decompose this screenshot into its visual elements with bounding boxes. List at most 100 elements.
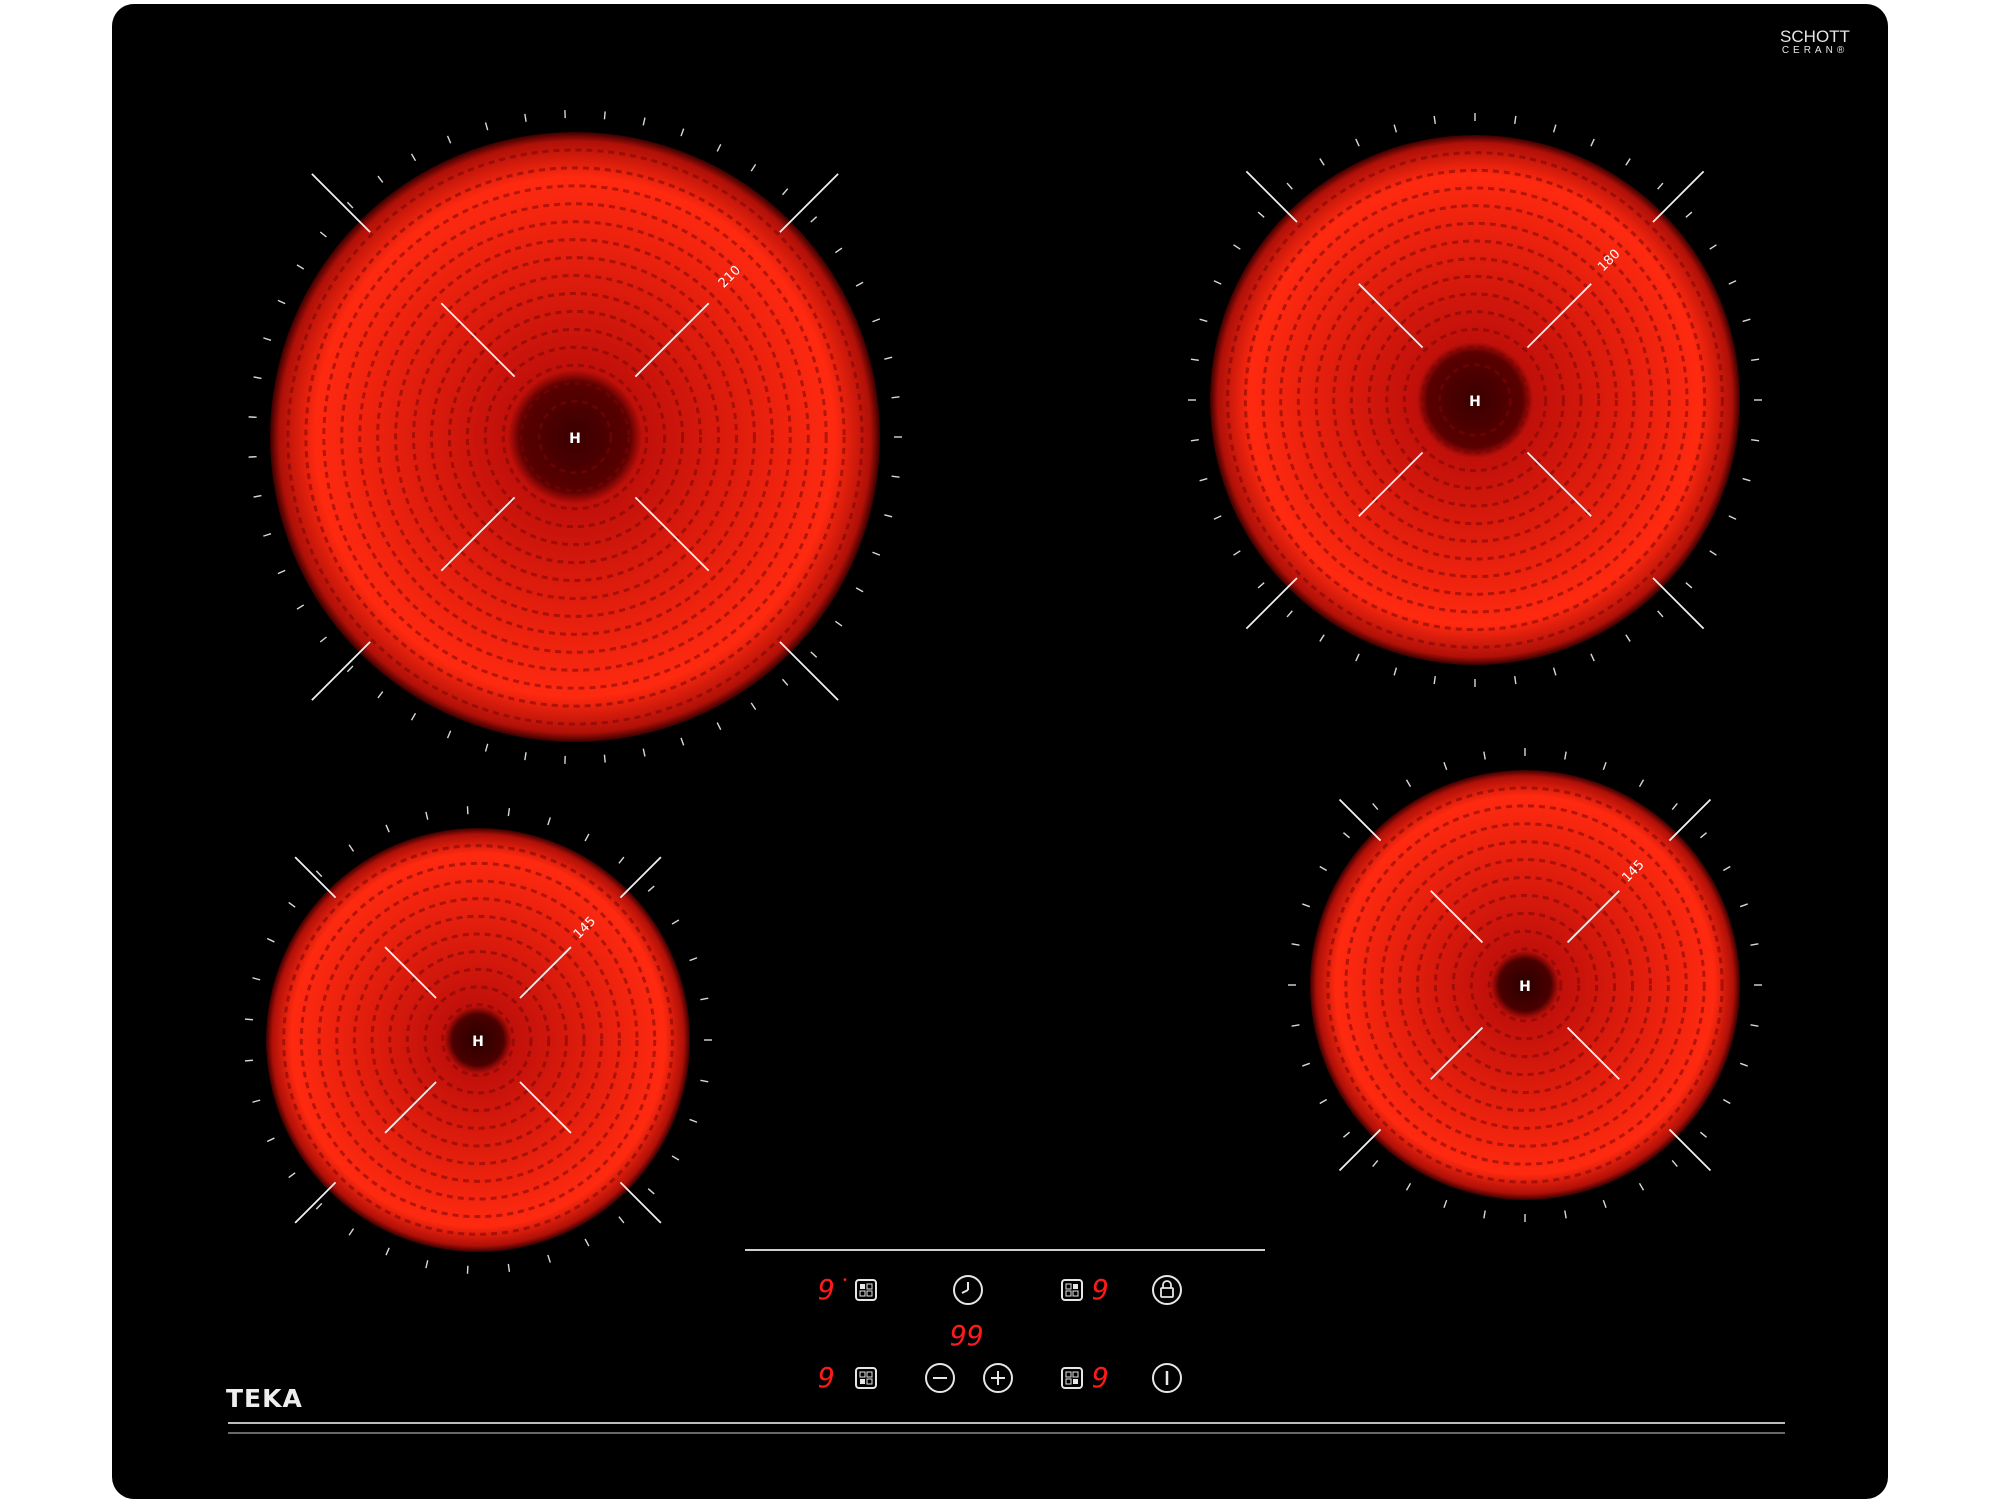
perimeter-tick — [1685, 582, 1693, 589]
perimeter-tick — [1190, 439, 1199, 442]
perimeter-tick — [1286, 610, 1293, 618]
perimeter-tick — [891, 475, 900, 478]
perimeter-tick — [277, 299, 286, 305]
perimeter-tick — [547, 817, 551, 826]
perimeter-tick — [252, 977, 261, 981]
perimeter-tick — [1233, 244, 1241, 250]
perimeter-tick — [716, 143, 722, 152]
perimeter-tick — [1602, 762, 1607, 771]
perimeter-tick — [1342, 832, 1351, 839]
lock-icon[interactable] — [1152, 1275, 1182, 1305]
perimeter-tick — [346, 665, 354, 673]
perimeter-tick — [1751, 358, 1760, 361]
perimeter-tick — [1393, 667, 1398, 676]
zone-center-label: H — [1519, 979, 1531, 995]
perimeter-tick — [1709, 550, 1717, 556]
perimeter-tick — [603, 111, 606, 120]
certification-line2: CERAN® — [1781, 45, 1849, 56]
perimeter-tick — [266, 1137, 275, 1143]
perimeter-tick — [671, 1155, 680, 1161]
perimeter-tick — [315, 1202, 323, 1210]
perimeter-tick — [1372, 1159, 1379, 1168]
perimeter-tick — [642, 748, 646, 757]
zone-select-icon-front-left[interactable] — [855, 1367, 877, 1389]
perimeter-tick — [1514, 115, 1517, 124]
perimeter-tick — [1483, 1210, 1486, 1219]
perimeter-tick — [484, 743, 489, 752]
perimeter-tick — [1722, 1098, 1731, 1105]
perimeter-tick — [700, 997, 709, 1001]
guide-line — [779, 641, 839, 701]
perimeter-tick — [834, 620, 843, 627]
power-icon[interactable] — [1152, 1363, 1182, 1393]
perimeter-tick — [1433, 115, 1436, 124]
guide-line — [779, 173, 839, 233]
perimeter-tick — [647, 885, 655, 892]
perimeter-tick — [1602, 1199, 1607, 1208]
perimeter-tick — [680, 128, 685, 137]
perimeter-tick — [288, 1172, 296, 1179]
perimeter-tick — [263, 337, 272, 341]
guide-line — [1245, 577, 1298, 630]
perimeter-tick — [507, 808, 511, 817]
perimeter-tick — [1433, 676, 1436, 685]
zone-select-icon-rear-left[interactable] — [855, 1279, 877, 1301]
perimeter-tick — [296, 264, 305, 270]
perimeter-tick — [1199, 477, 1208, 482]
perimeter-tick — [872, 551, 881, 556]
perimeter-tick — [244, 1018, 253, 1021]
perimeter-tick — [425, 1260, 429, 1269]
perimeter-tick — [244, 1059, 253, 1062]
rear-left-power-display: 9 — [818, 1273, 835, 1306]
perimeter-tick — [385, 824, 390, 833]
perimeter-tick — [618, 856, 625, 864]
zone-select-icon-front-right[interactable] — [1061, 1367, 1083, 1389]
perimeter-tick — [410, 712, 417, 721]
cooking-zone-rear-right: H180 — [1188, 113, 1762, 687]
perimeter-tick — [1372, 802, 1379, 811]
guide-line — [311, 641, 371, 701]
perimeter-tick — [1638, 779, 1645, 788]
perimeter-tick — [1590, 653, 1595, 662]
perimeter-tick — [1233, 550, 1241, 556]
cooking-zone-rear-left: H210 — [248, 110, 902, 764]
perimeter-tick — [1750, 1024, 1759, 1027]
perimeter-tick — [1552, 124, 1557, 133]
perimeter-tick — [1751, 439, 1760, 442]
clock-icon[interactable] — [953, 1275, 983, 1305]
perimeter-tick — [782, 678, 789, 686]
zone-center-label: H — [569, 431, 581, 447]
perimeter-tick — [1742, 477, 1751, 482]
perimeter-tick — [1405, 779, 1412, 788]
front-right-power-display: 9 — [1092, 1361, 1109, 1394]
perimeter-tick — [689, 957, 698, 962]
guide-line — [619, 1181, 662, 1224]
guide-line — [1652, 577, 1705, 630]
guide-line — [1245, 170, 1298, 223]
guide-line — [311, 173, 371, 233]
rear-right-power-display: 9 — [1092, 1273, 1109, 1306]
perimeter-tick — [884, 356, 893, 360]
perimeter-tick — [855, 281, 864, 287]
plus-button[interactable] — [983, 1363, 1013, 1393]
perimeter-tick — [1405, 1182, 1412, 1191]
zone-select-icon-rear-right[interactable] — [1061, 1279, 1083, 1301]
front-left-power-display: 9 — [818, 1361, 835, 1394]
perimeter-tick — [584, 833, 590, 842]
perimeter-tick — [872, 318, 881, 323]
cooking-zone-front-left: H145 — [244, 806, 712, 1274]
perimeter-tick — [1625, 158, 1631, 166]
minus-button[interactable] — [925, 1363, 955, 1393]
perimeter-tick — [1739, 903, 1748, 908]
perimeter-tick — [750, 164, 757, 172]
perimeter-tick — [884, 514, 893, 518]
perimeter-tick — [1302, 903, 1311, 908]
perimeter-tick — [1443, 762, 1448, 771]
perimeter-tick — [1319, 1098, 1328, 1105]
perimeter-tick — [524, 752, 527, 761]
perimeter-tick — [446, 730, 452, 739]
perimeter-tick — [1319, 634, 1325, 642]
perimeter-tick — [377, 175, 384, 183]
perimeter-tick — [348, 1228, 355, 1236]
perimeter-tick — [1514, 676, 1517, 685]
